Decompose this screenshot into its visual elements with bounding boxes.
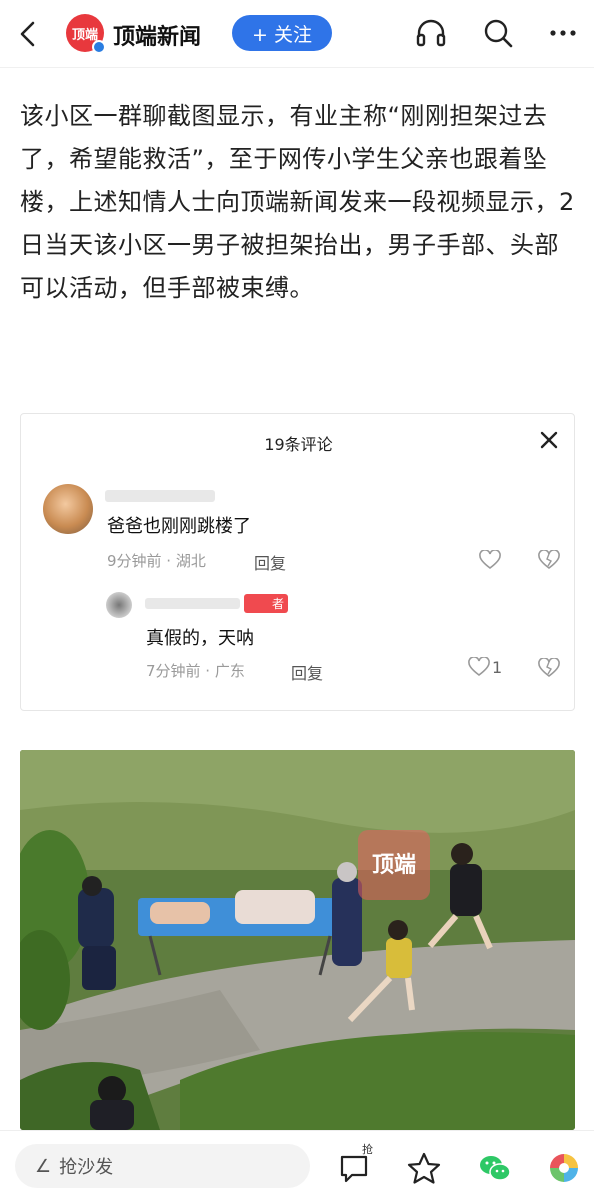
commenter-avatar xyxy=(43,484,93,534)
comments-screenshot-card: 19条评论 爸爸也刚刚跳楼了 9分钟前 · 湖北 回复 者 真假的，天呐 7分钟… xyxy=(20,413,575,711)
top-nav-bar: 顶端 顶端新闻 + 关注 xyxy=(0,0,594,68)
star-icon[interactable] xyxy=(406,1151,442,1185)
comments-count-title: 19条评论 xyxy=(264,435,333,454)
close-icon xyxy=(540,431,558,449)
broken-heart-icon xyxy=(538,550,560,570)
back-icon[interactable] xyxy=(14,18,42,50)
publisher-name[interactable]: 顶端新闻 xyxy=(113,19,201,51)
verified-icon xyxy=(92,40,106,54)
reply-meta: 7分钟前 · 广东 xyxy=(146,662,245,680)
like-count: 1 xyxy=(492,658,503,677)
heart-icon xyxy=(468,657,490,677)
publisher-logo-text: 顶端 xyxy=(71,27,98,43)
watermark-text: 顶端 xyxy=(372,852,416,878)
wechat-icon[interactable] xyxy=(477,1151,513,1185)
comment-badge: 抢 xyxy=(362,1143,373,1156)
search-icon[interactable] xyxy=(481,16,515,50)
moments-icon[interactable] xyxy=(546,1151,582,1185)
comment-text: 爸爸也刚刚跳楼了 xyxy=(107,516,251,537)
bottom-action-bar: ∠ 抢沙发 抢 xyxy=(0,1130,594,1200)
heart-icon xyxy=(479,550,501,570)
news-photo[interactable]: 顶端 xyxy=(20,750,575,1130)
headphones-icon[interactable] xyxy=(414,16,448,50)
blurred-username xyxy=(145,598,240,609)
comment-placeholder: 抢沙发 xyxy=(59,1157,114,1178)
reply-label: 回复 xyxy=(254,554,287,573)
reply-avatar xyxy=(106,592,132,618)
stretcher-scene-illustration: 顶端 xyxy=(20,750,575,1130)
reply-label: 回复 xyxy=(291,664,324,683)
follow-button[interactable]: + 关注 xyxy=(232,15,332,51)
article-body: 该小区一群聊截图显示，有业主称“刚刚担架过去了，希望能救活”，至于网传小学生父亲… xyxy=(20,102,575,302)
reply-text: 真假的，天呐 xyxy=(146,628,254,649)
author-badge: 者 xyxy=(244,594,288,613)
blurred-username xyxy=(105,490,215,502)
publisher-avatar[interactable]: 顶端 xyxy=(66,14,106,54)
more-icon[interactable] xyxy=(546,16,580,50)
comment-input[interactable]: ∠ 抢沙发 xyxy=(15,1144,310,1188)
comment-meta: 9分钟前 · 湖北 xyxy=(107,552,206,570)
broken-heart-icon xyxy=(538,658,560,678)
pen-icon: ∠ xyxy=(35,1155,52,1177)
